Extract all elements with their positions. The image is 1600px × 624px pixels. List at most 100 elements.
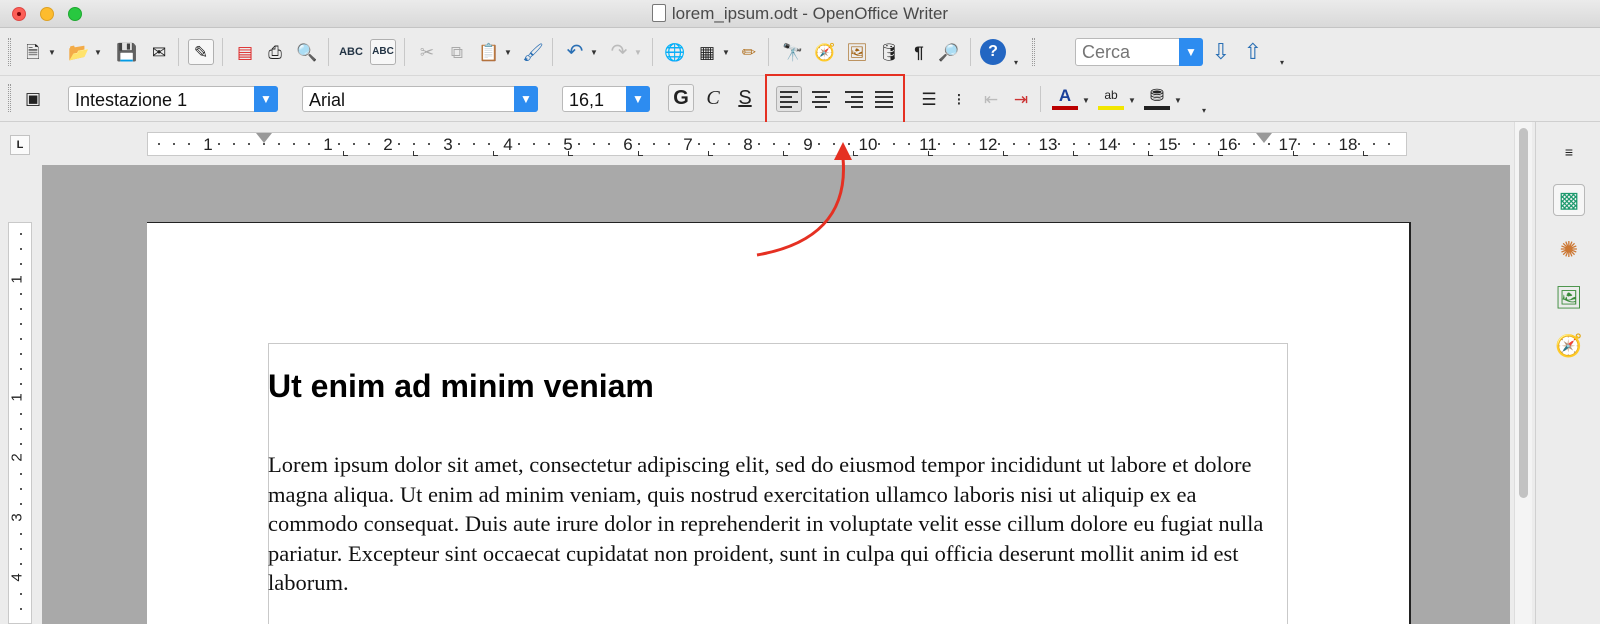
background-color-icon[interactable]: ⛃ [1144,84,1170,110]
tab-stop-marker[interactable] [1218,151,1223,156]
tab-stop-marker[interactable] [638,151,643,156]
chevron-down-icon[interactable]: ▼ [1174,96,1182,105]
tab-stop-marker[interactable] [853,151,858,156]
tab-stop-marker[interactable] [343,151,348,156]
find-replace-icon[interactable]: 🔭 [780,39,806,65]
tab-stop-marker[interactable] [1003,151,1008,156]
styles-formatting-icon[interactable]: ▣ [20,85,46,111]
toolbar-separator [328,38,329,66]
chevron-down-icon[interactable]: ▼ [1128,96,1136,105]
copy-icon[interactable]: ⧉ [444,39,470,65]
ruler-dot [308,143,310,145]
autospellcheck-icon[interactable]: ABC [370,39,396,65]
numbering-icon[interactable]: ☰ [916,86,942,112]
find-previous-icon[interactable]: ⇧ [1240,39,1266,65]
undo-icon[interactable]: ↶ [562,39,588,65]
hyperlink-icon[interactable]: 🌐 [662,39,688,65]
tab-stop-marker[interactable] [1293,151,1298,156]
font-color-icon[interactable]: A [1052,84,1078,110]
table-icon[interactable]: ▦ [694,39,720,65]
chevron-down-icon[interactable]: ▼ [634,48,642,57]
save-icon[interactable]: 💾 [114,39,140,65]
help-icon[interactable]: ? [980,39,1006,65]
zoom-icon[interactable]: 🔎 [936,39,962,65]
right-indent-marker[interactable] [1256,133,1272,143]
chevron-down-icon[interactable]: ▼ [254,86,278,112]
chevron-down-icon[interactable]: ▼ [590,48,598,57]
chevron-down-icon[interactable]: ▼ [1082,96,1090,105]
print-icon[interactable]: ⎙ [262,39,288,65]
chevron-down-icon[interactable]: ▼ [722,48,730,57]
tab-stop-marker[interactable] [493,151,498,156]
chevron-down-icon[interactable]: ▼ [48,48,56,57]
bullets-icon[interactable]: ⁝ [946,86,972,112]
navigator-sidebar-icon[interactable]: 🧭 [1553,330,1585,362]
bold-button[interactable]: G [668,84,694,112]
font-size-value: 16,1 [569,90,605,110]
toolbar-grip[interactable] [8,84,11,112]
navigator-icon[interactable]: 🧭 [812,39,838,65]
tab-stop-marker[interactable] [928,151,933,156]
toolbar-overflow-icon[interactable]: ▾ [1202,106,1206,115]
toolbar-overflow-icon[interactable]: ▾ [1280,58,1284,67]
tab-stop-marker[interactable] [708,151,713,156]
tab-stop-selector[interactable]: L [10,135,30,155]
horizontal-ruler[interactable]: 1 1 2 3 4 5 6 7 8 9 10 11 12 13 14 15 16 17 18 [147,132,1407,156]
document-icon [651,4,666,22]
edit-mode-icon[interactable]: ✎ [188,39,214,65]
italic-button[interactable]: C [700,84,726,112]
paste-icon[interactable]: 📋 [476,39,502,65]
scrollbar-thumb[interactable] [1519,128,1528,498]
increase-indent-icon[interactable]: ⇥ [1008,86,1034,112]
toolbar-grip[interactable] [8,38,11,66]
highlighting-icon[interactable]: ab [1098,84,1124,110]
vertical-scrollbar[interactable] [1514,122,1532,624]
properties-icon[interactable]: ▩ [1553,184,1585,216]
toolbar-separator [652,38,653,66]
clone-format-icon[interactable]: 🖌 [520,39,546,65]
cut-icon[interactable]: ✂ [414,39,440,65]
tab-stop-marker[interactable] [1148,151,1153,156]
toolbar-overflow-icon[interactable]: ▾ [1014,58,1018,67]
chevron-down-icon[interactable]: ▼ [94,48,102,57]
new-icon[interactable]: 🗎 [20,39,46,65]
email-icon[interactable]: ✉ [146,39,172,65]
underline-button[interactable]: S [732,84,758,112]
font-size-select[interactable]: 16,1 ▼ [562,86,650,112]
tab-stop-marker[interactable] [1073,151,1078,156]
redo-icon[interactable]: ↷ [606,39,632,65]
formatting-marks-icon[interactable]: ¶ [906,39,932,65]
print-preview-icon[interactable]: 🔍 [294,39,320,65]
data-sources-icon[interactable]: 🛢 [876,39,902,65]
search-dropdown-button[interactable]: ▼ [1179,38,1203,66]
tab-stop-marker[interactable] [413,151,418,156]
gallery-sidebar-icon[interactable]: 🖼 [1553,282,1585,314]
decrease-indent-icon[interactable]: ⇤ [978,86,1004,112]
search-input[interactable] [1075,38,1187,66]
paragraph-style-select[interactable]: Intestazione 1 ▼ [68,86,278,112]
styles-icon[interactable]: ✺ [1553,234,1585,266]
ruler-number: 2 [383,135,393,154]
export-pdf-icon[interactable]: ▤ [232,39,258,65]
gallery-icon[interactable]: 🖼 [844,39,870,65]
tab-stop-marker[interactable] [568,151,573,156]
ruler-dot [398,143,400,145]
draw-functions-icon[interactable]: ✏ [736,39,762,65]
toolbar-separator [970,38,971,66]
find-next-icon[interactable]: ⇩ [1208,39,1234,65]
sidebar-menu-icon[interactable]: ≡ [1553,136,1585,168]
toolbar-grip[interactable] [1032,38,1035,66]
font-name-select[interactable]: Arial ▼ [302,86,538,112]
document-heading[interactable]: Ut enim ad minim veniam [268,368,654,405]
chevron-down-icon[interactable]: ▼ [504,48,512,57]
chevron-down-icon[interactable]: ▼ [514,86,538,112]
tab-stop-marker[interactable] [783,151,788,156]
tab-stop-marker[interactable] [1363,151,1368,156]
open-icon[interactable]: 📂 [66,39,92,65]
alignment-highlight-box [765,74,905,124]
left-indent-marker[interactable] [256,133,272,143]
chevron-down-icon[interactable]: ▼ [626,86,650,112]
spellcheck-icon[interactable]: ABC [338,39,364,65]
vertical-ruler[interactable]: 1 1 2 3 4 [8,222,32,624]
document-body-text[interactable]: Lorem ipsum dolor sit amet, consectetur … [268,450,1286,598]
